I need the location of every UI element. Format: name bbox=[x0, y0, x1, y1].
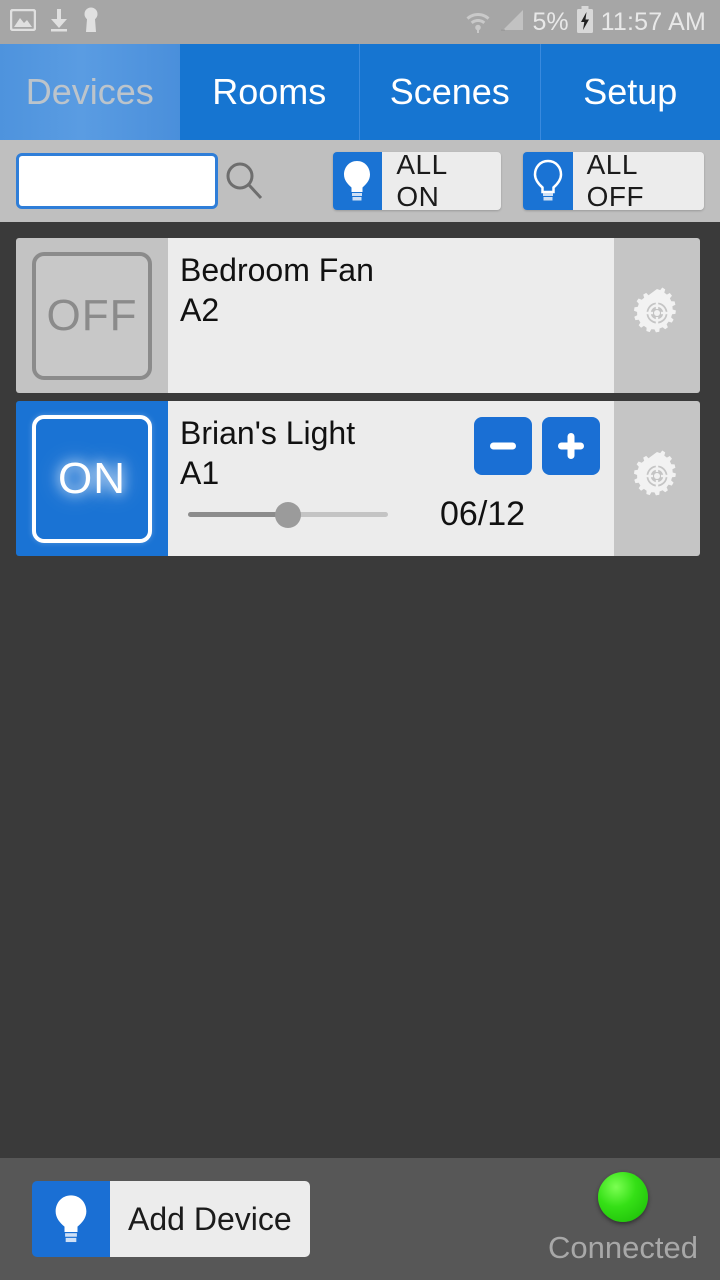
connection-status-label: Connected bbox=[548, 1230, 698, 1265]
all-on-button[interactable]: ALL ON bbox=[332, 152, 501, 210]
bulb-filled-icon bbox=[332, 152, 383, 210]
all-off-label: ALL OFF bbox=[572, 152, 704, 210]
dim-down-button[interactable] bbox=[474, 417, 532, 475]
tab-setup[interactable]: Setup bbox=[540, 44, 720, 140]
device-settings-button-bedroom-fan[interactable] bbox=[614, 238, 700, 393]
device-list: OFF Bedroom Fan A2 ON Brian's Light A1 0… bbox=[0, 222, 720, 1158]
dim-up-button[interactable] bbox=[542, 417, 600, 475]
device-code-label: A2 bbox=[180, 292, 220, 328]
device-state-label: OFF bbox=[32, 251, 152, 380]
dimmer-value-label: 06/12 bbox=[440, 495, 526, 533]
device-toggle-bedroom-fan[interactable]: OFF bbox=[16, 238, 168, 393]
bulb-filled-icon bbox=[32, 1181, 110, 1257]
search-bar: ALL ON ALL OFF bbox=[0, 140, 720, 222]
add-device-button[interactable]: Add Device bbox=[32, 1181, 310, 1257]
battery-percent-label: 5% bbox=[532, 7, 569, 36]
device-toggle-brians-light[interactable]: ON bbox=[16, 401, 168, 556]
tab-rooms[interactable]: Rooms bbox=[179, 44, 360, 140]
tab-scenes[interactable]: Scenes bbox=[360, 44, 541, 140]
gear-icon bbox=[630, 286, 684, 345]
wifi-icon bbox=[464, 7, 492, 38]
tab-devices[interactable]: Devices bbox=[0, 44, 180, 140]
device-settings-button-brians-light[interactable] bbox=[614, 401, 700, 556]
search-input[interactable] bbox=[16, 153, 218, 209]
slider-track-filled bbox=[188, 512, 288, 517]
device-name-label: Bedroom Fan bbox=[180, 252, 374, 288]
all-off-button[interactable]: ALL OFF bbox=[522, 152, 704, 210]
table-row[interactable]: OFF Bedroom Fan A2 bbox=[16, 238, 700, 393]
dimmer-controls bbox=[474, 417, 600, 475]
dimmer-slider-row: 06/12 bbox=[168, 495, 614, 534]
device-info-bedroom-fan[interactable]: Bedroom Fan A2 bbox=[168, 238, 614, 393]
status-bar-left-icons bbox=[9, 7, 100, 38]
tab-bar: Devices Rooms Scenes Setup bbox=[0, 44, 720, 140]
slider-thumb[interactable] bbox=[275, 501, 301, 528]
app-root: 5% 11:57 AM Devices Rooms Scenes Setup A… bbox=[0, 0, 720, 1280]
bottom-bar: Add Device Connected bbox=[0, 1158, 720, 1280]
gear-icon bbox=[630, 449, 684, 508]
table-row[interactable]: ON Brian's Light A1 06/12 bbox=[16, 401, 700, 556]
clock-label: 11:57 AM bbox=[600, 7, 706, 36]
status-bar: 5% 11:57 AM bbox=[0, 0, 720, 44]
battery-charging-icon bbox=[576, 5, 594, 39]
connection-led-icon bbox=[598, 1172, 649, 1222]
signal-bars-icon bbox=[499, 8, 525, 37]
connection-status: Connected bbox=[548, 1172, 698, 1266]
bulb-outline-icon bbox=[522, 152, 573, 210]
key-icon bbox=[82, 7, 100, 38]
search-icon[interactable] bbox=[218, 160, 271, 202]
status-bar-right: 5% 11:57 AM bbox=[464, 5, 706, 39]
device-state-label: ON bbox=[32, 414, 152, 543]
image-icon bbox=[9, 8, 37, 36]
dimmer-slider[interactable] bbox=[188, 500, 388, 530]
device-info-brians-light[interactable]: Brian's Light A1 06/12 bbox=[168, 401, 614, 556]
all-on-label: ALL ON bbox=[382, 152, 501, 210]
slider-track-remaining bbox=[288, 512, 388, 517]
add-device-label: Add Device bbox=[110, 1181, 310, 1257]
download-icon bbox=[48, 8, 70, 37]
